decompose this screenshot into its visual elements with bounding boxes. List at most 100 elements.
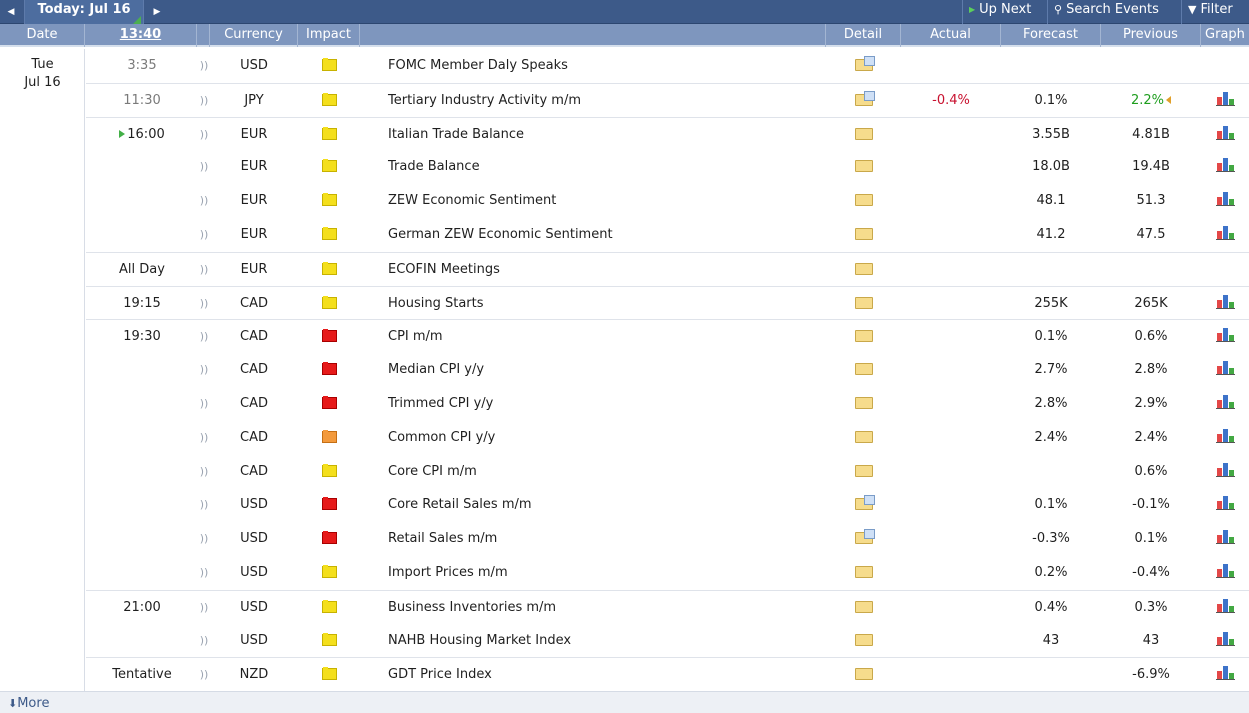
detail-folder-icon[interactable] xyxy=(855,128,873,140)
detail-folder-icon[interactable] xyxy=(855,91,875,106)
detail-folder-icon[interactable] xyxy=(855,668,873,680)
detail-cell[interactable] xyxy=(828,421,900,455)
detail-cell[interactable] xyxy=(828,118,900,152)
event-row[interactable]: Tentative)) NZD GDT Price Index -6.9% xyxy=(86,657,1249,691)
bar-chart-icon[interactable] xyxy=(1215,632,1235,646)
event-row[interactable]: )) EUR German ZEW Economic Sentiment 41.2 47… xyxy=(86,218,1249,252)
event-row[interactable]: )) CAD Common CPI y/y 2.4% 2.4% xyxy=(86,421,1249,455)
sound-icon[interactable]: )) xyxy=(198,218,210,252)
graph-cell[interactable] xyxy=(1201,522,1249,556)
detail-folder-icon[interactable] xyxy=(855,160,873,172)
bar-chart-icon[interactable] xyxy=(1215,361,1235,375)
sound-icon[interactable]: )) xyxy=(198,522,210,556)
graph-cell[interactable] xyxy=(1201,455,1249,489)
bar-chart-icon[interactable] xyxy=(1215,666,1235,680)
graph-cell[interactable] xyxy=(1201,184,1249,218)
detail-folder-icon[interactable] xyxy=(855,529,875,544)
previous-day-button[interactable]: ◀ xyxy=(0,0,22,24)
event-title[interactable]: Italian Trade Balance xyxy=(388,118,828,152)
detail-cell[interactable] xyxy=(828,150,900,184)
bar-chart-icon[interactable] xyxy=(1215,158,1235,172)
sound-icon[interactable]: )) xyxy=(198,624,210,658)
detail-cell[interactable] xyxy=(828,84,900,118)
detail-cell[interactable] xyxy=(828,591,900,625)
event-title[interactable]: Common CPI y/y xyxy=(388,421,828,455)
event-row[interactable]: 3:35)) USD FOMC Member Daly Speaks xyxy=(86,49,1249,83)
bar-chart-icon[interactable] xyxy=(1215,599,1235,613)
graph-cell[interactable] xyxy=(1201,556,1249,590)
detail-folder-icon[interactable] xyxy=(855,634,873,646)
detail-folder-icon[interactable] xyxy=(855,194,873,206)
sound-icon[interactable]: )) xyxy=(198,150,210,184)
sound-icon[interactable]: )) xyxy=(198,84,210,118)
event-row[interactable]: )) EUR Trade Balance 18.0B 19.4B xyxy=(86,150,1249,184)
event-row[interactable]: )) CAD Core CPI m/m 0.6% xyxy=(86,455,1249,489)
detail-cell[interactable] xyxy=(828,287,900,321)
sound-icon[interactable]: )) xyxy=(198,421,210,455)
event-title[interactable]: Core CPI m/m xyxy=(388,455,828,489)
bar-chart-icon[interactable] xyxy=(1215,192,1235,206)
event-title[interactable]: Tertiary Industry Activity m/m xyxy=(388,84,828,118)
detail-folder-icon[interactable] xyxy=(855,495,875,510)
event-row[interactable]: )) EUR ZEW Economic Sentiment 48.1 51.3 xyxy=(86,184,1249,218)
detail-folder-icon[interactable] xyxy=(855,465,873,477)
event-row[interactable]: 21:00)) USD Business Inventories m/m 0.4% 0.… xyxy=(86,590,1249,624)
event-title[interactable]: Business Inventories m/m xyxy=(388,591,828,625)
event-title[interactable]: ZEW Economic Sentiment xyxy=(388,184,828,218)
graph-cell[interactable] xyxy=(1201,488,1249,522)
graph-cell[interactable] xyxy=(1201,49,1249,83)
graph-cell[interactable] xyxy=(1201,150,1249,184)
detail-cell[interactable] xyxy=(828,624,900,658)
bar-chart-icon[interactable] xyxy=(1215,126,1235,140)
event-title[interactable]: GDT Price Index xyxy=(388,658,828,692)
graph-cell[interactable] xyxy=(1201,421,1249,455)
event-row[interactable]: )) USD Retail Sales m/m -0.3% 0.1% xyxy=(86,522,1249,556)
graph-cell[interactable] xyxy=(1201,118,1249,152)
detail-cell[interactable] xyxy=(828,49,900,83)
detail-cell[interactable] xyxy=(828,488,900,522)
event-row[interactable]: )) CAD Trimmed CPI y/y 2.8% 2.9% xyxy=(86,387,1249,421)
sound-icon[interactable]: )) xyxy=(198,49,210,83)
detail-cell[interactable] xyxy=(828,184,900,218)
event-row[interactable]: )) CAD Median CPI y/y 2.7% 2.8% xyxy=(86,353,1249,387)
event-title[interactable]: German ZEW Economic Sentiment xyxy=(388,218,828,252)
detail-folder-icon[interactable] xyxy=(855,397,873,409)
graph-cell[interactable] xyxy=(1201,253,1249,287)
bar-chart-icon[interactable] xyxy=(1215,226,1235,240)
event-row[interactable]: All Day)) EUR ECOFIN Meetings xyxy=(86,252,1249,286)
bar-chart-icon[interactable] xyxy=(1215,530,1235,544)
event-title[interactable]: Housing Starts xyxy=(388,287,828,321)
sound-icon[interactable]: )) xyxy=(198,320,210,354)
event-title[interactable]: Core Retail Sales m/m xyxy=(388,488,828,522)
event-title[interactable]: FOMC Member Daly Speaks xyxy=(388,49,828,83)
bar-chart-icon[interactable] xyxy=(1215,429,1235,443)
graph-cell[interactable] xyxy=(1201,287,1249,321)
graph-cell[interactable] xyxy=(1201,320,1249,354)
event-title[interactable]: Trade Balance xyxy=(388,150,828,184)
event-row[interactable]: )) USD Core Retail Sales m/m 0.1% -0.1% xyxy=(86,488,1249,522)
sound-icon[interactable]: )) xyxy=(198,591,210,625)
next-day-button[interactable]: ▶ xyxy=(146,0,168,24)
detail-cell[interactable] xyxy=(828,353,900,387)
bar-chart-icon[interactable] xyxy=(1215,564,1235,578)
event-row[interactable]: 11:30)) JPY Tertiary Industry Activity m/m… xyxy=(86,83,1249,117)
sound-icon[interactable]: )) xyxy=(198,184,210,218)
event-title[interactable]: NAHB Housing Market Index xyxy=(388,624,828,658)
bar-chart-icon[interactable] xyxy=(1215,395,1235,409)
sound-icon[interactable]: )) xyxy=(198,253,210,287)
event-row[interactable]: 19:30)) CAD CPI m/m 0.1% 0.6% xyxy=(86,319,1249,353)
event-title[interactable]: Import Prices m/m xyxy=(388,556,828,590)
revision-icon[interactable] xyxy=(1166,96,1172,104)
detail-cell[interactable] xyxy=(828,218,900,252)
up-next-button[interactable]: ▶ Up Next xyxy=(962,0,1047,24)
event-row[interactable]: )) USD NAHB Housing Market Index 43 43 xyxy=(86,624,1249,658)
event-row[interactable]: 16:00)) EUR Italian Trade Balance 3.55B 4.81… xyxy=(86,117,1249,151)
sound-icon[interactable]: )) xyxy=(198,353,210,387)
detail-cell[interactable] xyxy=(828,253,900,287)
current-date-button[interactable]: Today: Jul 16 xyxy=(24,0,144,24)
event-title[interactable]: CPI m/m xyxy=(388,320,828,354)
graph-cell[interactable] xyxy=(1201,591,1249,625)
detail-folder-icon[interactable] xyxy=(855,330,873,342)
graph-cell[interactable] xyxy=(1201,658,1249,692)
detail-folder-icon[interactable] xyxy=(855,566,873,578)
